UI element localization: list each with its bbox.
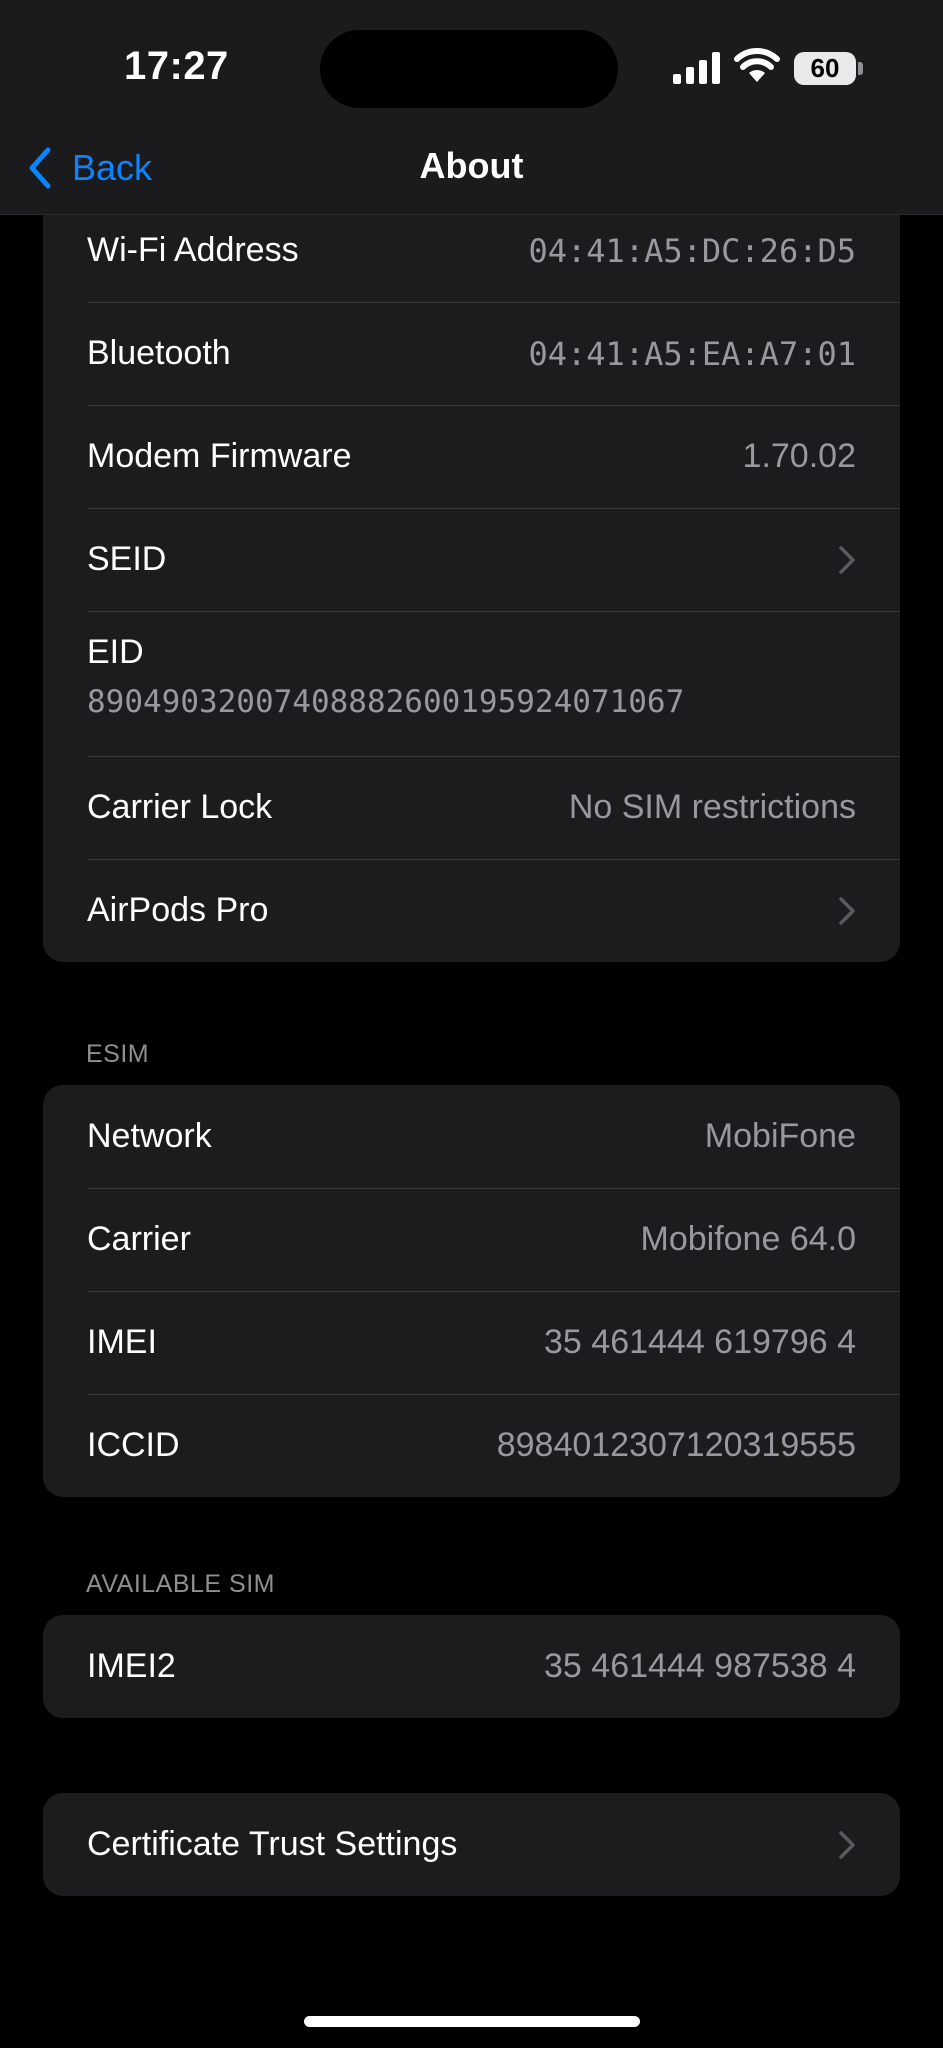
eid-label: EID <box>87 633 144 671</box>
certificate-trust-settings-row[interactable]: Certificate Trust Settings <box>43 1793 900 1896</box>
wifi-icon <box>734 48 780 82</box>
carrier-lock-row: Carrier Lock No SIM restrictions <box>43 756 900 859</box>
iccid-row[interactable]: ICCID 8984012307120319555 <box>43 1394 900 1497</box>
imei-row[interactable]: IMEI 35 461444 619796 4 <box>43 1291 900 1394</box>
network-label: Network <box>87 1117 212 1155</box>
bluetooth-row[interactable]: Bluetooth 04:41:A5:EA:A7:01 <box>43 302 900 405</box>
imei2-row[interactable]: IMEI2 35 461444 987538 4 <box>43 1615 900 1718</box>
airpods-label: AirPods Pro <box>87 891 269 929</box>
eid-value: 89049032007408882600195924071067 <box>87 684 685 720</box>
imei2-value: 35 461444 987538 4 <box>544 1647 856 1685</box>
page-title: About <box>419 145 524 186</box>
available-sim-section-header: AVAILABLE SIM <box>86 1570 275 1598</box>
navigation-header: 17:27 60 Back About <box>0 0 943 215</box>
seid-row[interactable]: SEID <box>43 508 900 611</box>
chevron-right-icon <box>839 545 855 574</box>
carrier-lock-value: No SIM restrictions <box>568 788 856 826</box>
carrier-row: Carrier Mobifone 64.0 <box>43 1188 900 1291</box>
about-screen: 17:27 60 Back About Wi-Fi Address 04:41:… <box>0 0 943 2048</box>
imei2-label: IMEI2 <box>87 1647 176 1685</box>
carrier-lock-label: Carrier Lock <box>87 788 273 826</box>
battery-icon: 60 <box>794 52 856 85</box>
certificate-trust-settings-label: Certificate Trust Settings <box>87 1825 458 1863</box>
home-indicator[interactable] <box>304 2016 640 2027</box>
esim-section-header: ESIM <box>86 1040 150 1068</box>
iccid-value: 8984012307120319555 <box>496 1426 856 1464</box>
network-value: MobiFone <box>704 1117 856 1155</box>
carrier-value: Mobifone 64.0 <box>640 1220 857 1258</box>
wifi-address-label: Wi-Fi Address <box>87 231 299 269</box>
certificate-group: Certificate Trust Settings <box>43 1793 900 1896</box>
esim-group: Network MobiFone Carrier Mobifone 64.0 I… <box>43 1085 900 1497</box>
dynamic-island <box>320 30 618 108</box>
seid-label: SEID <box>87 540 167 578</box>
imei-value: 35 461444 619796 4 <box>544 1323 856 1361</box>
airpods-row[interactable]: AirPods Pro <box>43 859 900 962</box>
cellular-signal-icon <box>673 52 720 84</box>
bluetooth-label: Bluetooth <box>87 334 231 372</box>
carrier-label: Carrier <box>87 1220 191 1258</box>
iccid-label: ICCID <box>87 1426 180 1464</box>
bluetooth-value: 04:41:A5:EA:A7:01 <box>528 334 856 373</box>
battery-cap <box>858 62 863 75</box>
wifi-address-value: 04:41:A5:DC:26:D5 <box>528 231 856 270</box>
chevron-right-icon <box>839 896 855 925</box>
device-info-group: Wi-Fi Address 04:41:A5:DC:26:D5 Bluetoot… <box>43 152 900 962</box>
available-sim-group: IMEI2 35 461444 987538 4 <box>43 1615 900 1718</box>
modem-firmware-label: Modem Firmware <box>87 437 352 475</box>
eid-row[interactable]: EID 89049032007408882600195924071067 <box>43 611 900 756</box>
network-row: Network MobiFone <box>43 1085 900 1188</box>
chevron-right-icon <box>839 1830 855 1859</box>
modem-firmware-value: 1.70.02 <box>742 437 856 475</box>
imei-label: IMEI <box>87 1323 157 1361</box>
battery-level: 60 <box>810 53 840 83</box>
modem-firmware-row: Modem Firmware 1.70.02 <box>43 405 900 508</box>
status-time: 17:27 <box>124 44 229 88</box>
